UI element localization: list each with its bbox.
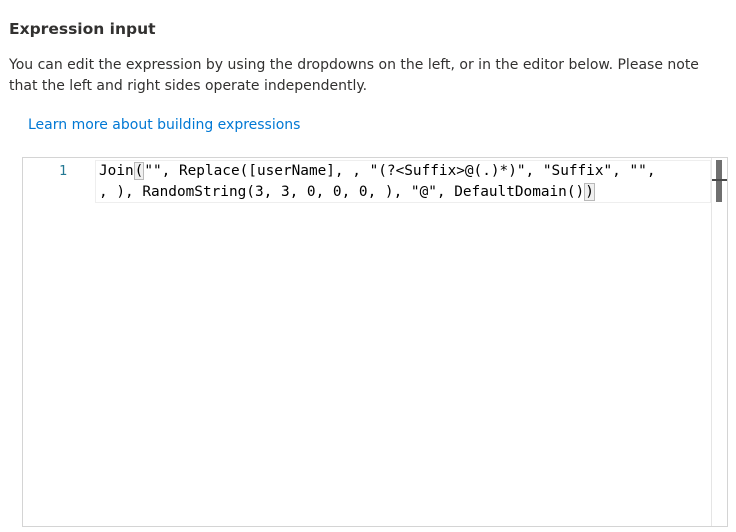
cursor-position-marker	[712, 179, 727, 181]
code-token: "", Replace([userName], , "(?<Suffix>@(.…	[144, 163, 656, 179]
code-token: Join	[99, 163, 134, 179]
section-description: You can edit the expression by using the…	[9, 57, 699, 94]
scrollbar-overview-marker	[716, 160, 722, 202]
line-number: 1	[59, 163, 68, 179]
matched-close-bracket: )	[584, 183, 595, 201]
vertical-scrollbar[interactable]	[711, 158, 727, 526]
learn-more-link[interactable]: Learn more about building expressions	[28, 115, 300, 135]
expression-editor[interactable]: 1 Join("", Replace([userName], , "(?<Suf…	[22, 157, 728, 527]
section-title: Expression input	[9, 20, 156, 38]
matched-open-bracket: (	[133, 162, 145, 180]
code-line-1-wrap-2: , ), RandomString(3, 3, 0, 0, 0, ), "@",…	[99, 182, 595, 203]
code-token: , ), RandomString(3, 3, 0, 0, 0, ), "@",…	[99, 184, 585, 200]
editor-gutter: 1	[23, 158, 93, 526]
code-line-1-wrap-1: Join("", Replace([userName], , "(?<Suffi…	[99, 161, 656, 182]
code-area[interactable]: Join("", Replace([userName], , "(?<Suffi…	[93, 158, 711, 526]
